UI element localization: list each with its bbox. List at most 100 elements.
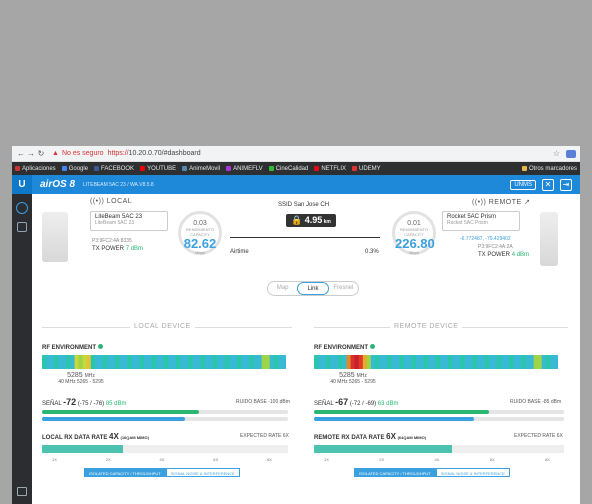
spectrum-cell [338,355,343,369]
url-text: 10.20.0.70/#dashboard [128,150,201,157]
tools-icon[interactable] [17,222,27,232]
help-icon[interactable] [98,344,103,349]
tab-fresnel[interactable]: Fresnel [329,282,358,295]
remote-device-model: Rocket 5AC Prism [447,220,488,226]
remote-noise-bar [314,417,564,421]
bookmark-aplicaciones[interactable]: Aplicaciones [15,166,56,172]
remote-rate-ticks: 1X 2X 4X 6X 8X [324,457,550,462]
spectrum-cell [314,355,319,369]
bookmark-cinecalidad[interactable]: CineCalidad [268,166,308,172]
ubiquiti-logo[interactable]: U [12,175,32,194]
spectrum-cell [440,355,445,369]
spectrum-cell [480,355,486,369]
bookmark-animeflv[interactable]: ANIMEFLV [226,166,263,172]
distance-badge: 🔒 4.95 km [286,214,336,227]
desktop-background [0,0,592,146]
spectrum-cell [322,355,327,369]
settings-icon[interactable]: ✕ [542,178,554,191]
spectrum-cell [78,355,84,369]
spectrum-cell [383,355,388,369]
local-interference-button[interactable]: SIGNAL NOISE & INTERFERENCE [165,468,240,477]
bookmark-facebook[interactable]: FACEBOOK [94,166,134,172]
spectrum-cell [147,355,153,369]
local-capacity-gauge: 0.03 RENDIMIENTO CAPACITY 82.62 Mbps [178,211,222,255]
log-icon[interactable] [17,487,27,496]
local-freq: 5285 MHz 40 MHz 5265 - 5295 [58,372,104,385]
remote-capacity-button[interactable]: ISOLATED CAPACITY / THROUGHPUT [354,468,436,477]
local-tx-power: TX POWER 7 dBm [92,246,144,252]
local-capacity-button[interactable]: ISOLATED CAPACITY / THROUGHPUT [84,468,166,477]
local-gps: P3:9FC2:4A:8335 [92,238,132,244]
spectrum-cell [484,355,490,369]
spectrum-cell [407,355,413,369]
spectrum-cell [265,355,271,369]
bookmark-label: FACEBOOK [101,165,135,172]
remote-interference-button[interactable]: SIGNAL NOISE & INTERFERENCE [435,468,510,477]
bookmark-label: Aplicaciones [22,165,56,172]
remote-capacity-gauge: 0.01 RENDIMIENTO CAPACITY 226.80 Mbps [392,211,436,255]
spectrum-cell [204,355,210,369]
airtime-value: 0.3% [365,249,379,255]
bookmark-google[interactable]: Google [61,166,88,172]
help-icon[interactable] [370,344,375,349]
unms-button[interactable]: UNMS [510,179,536,190]
remote-coords[interactable]: -6.772487, -79.429402 [460,236,511,242]
spectrum-cell [342,355,348,369]
remote-spectrum [314,355,558,369]
spectrum-cell [395,355,400,369]
spectrum-cell [241,355,246,369]
spectrum-cell [50,355,55,369]
tab-link[interactable]: Link [297,282,329,295]
spectrum-cell [107,355,112,369]
tab-map[interactable]: Map [268,282,297,295]
spectrum-cell [131,355,137,369]
forward-icon[interactable]: → [26,149,36,158]
bookmark-label: UDEMY [359,165,381,172]
local-view-toggle: ISOLATED CAPACITY / THROUGHPUT SIGNAL NO… [84,468,240,477]
remote-rf-label: RF ENVIRONMENT [314,344,375,351]
spectrum-cell [184,355,189,369]
bookmark-youtube[interactable]: YOUTUBE [140,166,176,172]
spectrum-cell [225,355,230,369]
spectrum-cell [86,355,92,369]
bookmark-animemovil[interactable]: AnimeMovil [182,166,220,172]
remote-gauge-value: 226.80 [395,236,435,251]
spectrum-cell [123,355,128,369]
spectrum-cell [277,355,283,369]
spectrum-cell [391,355,396,369]
bookmark-favicon-icon [15,166,20,171]
bookmark-label: YOUTUBE [147,165,177,172]
local-gauge-top: 0.03 [193,220,207,227]
bookmark-favicon-icon [94,166,100,171]
reload-icon[interactable]: ↻ [36,149,46,158]
spectrum-cell [220,355,226,369]
local-noise-bar [42,417,288,421]
remote-freq: 5285 MHz 40 MHz 5265 - 5295 [330,372,376,385]
logout-icon[interactable]: ⇥ [560,178,572,191]
bookmark-udemy[interactable]: UDEMY [352,166,381,172]
url-field[interactable]: ▲ No es seguro https:// 10.20.0.70/#dash… [52,148,553,159]
spectrum-cell [98,355,104,369]
spectrum-cell [553,355,558,369]
rate-tick: 4X [434,457,440,462]
local-rate-ticks: 1X 2X 4X 6X 8X [52,457,272,462]
spectrum-cell [358,355,364,369]
spectrum-cell [119,355,124,369]
spectrum-cell [281,355,286,369]
airtime-label: Airtime [230,249,249,255]
dashboard-icon[interactable] [16,202,28,214]
extension-icon[interactable] [566,149,576,158]
spectrum-cell [208,355,214,369]
bookmark-netflix[interactable]: NETFLIX [314,166,346,172]
back-icon[interactable]: ← [16,149,26,158]
spectrum-cell [452,355,457,369]
spectrum-cell [151,355,157,369]
spectrum-cell [159,355,165,369]
spectrum-cell [216,355,222,369]
spectrum-cell [513,355,518,369]
spectrum-cell [375,355,380,369]
spectrum-cell [318,355,323,369]
bookmark-star-icon[interactable]: ☆ [553,149,560,158]
spectrum-cell [545,355,551,369]
other-bookmarks[interactable]: Otros marcadores [521,166,577,172]
